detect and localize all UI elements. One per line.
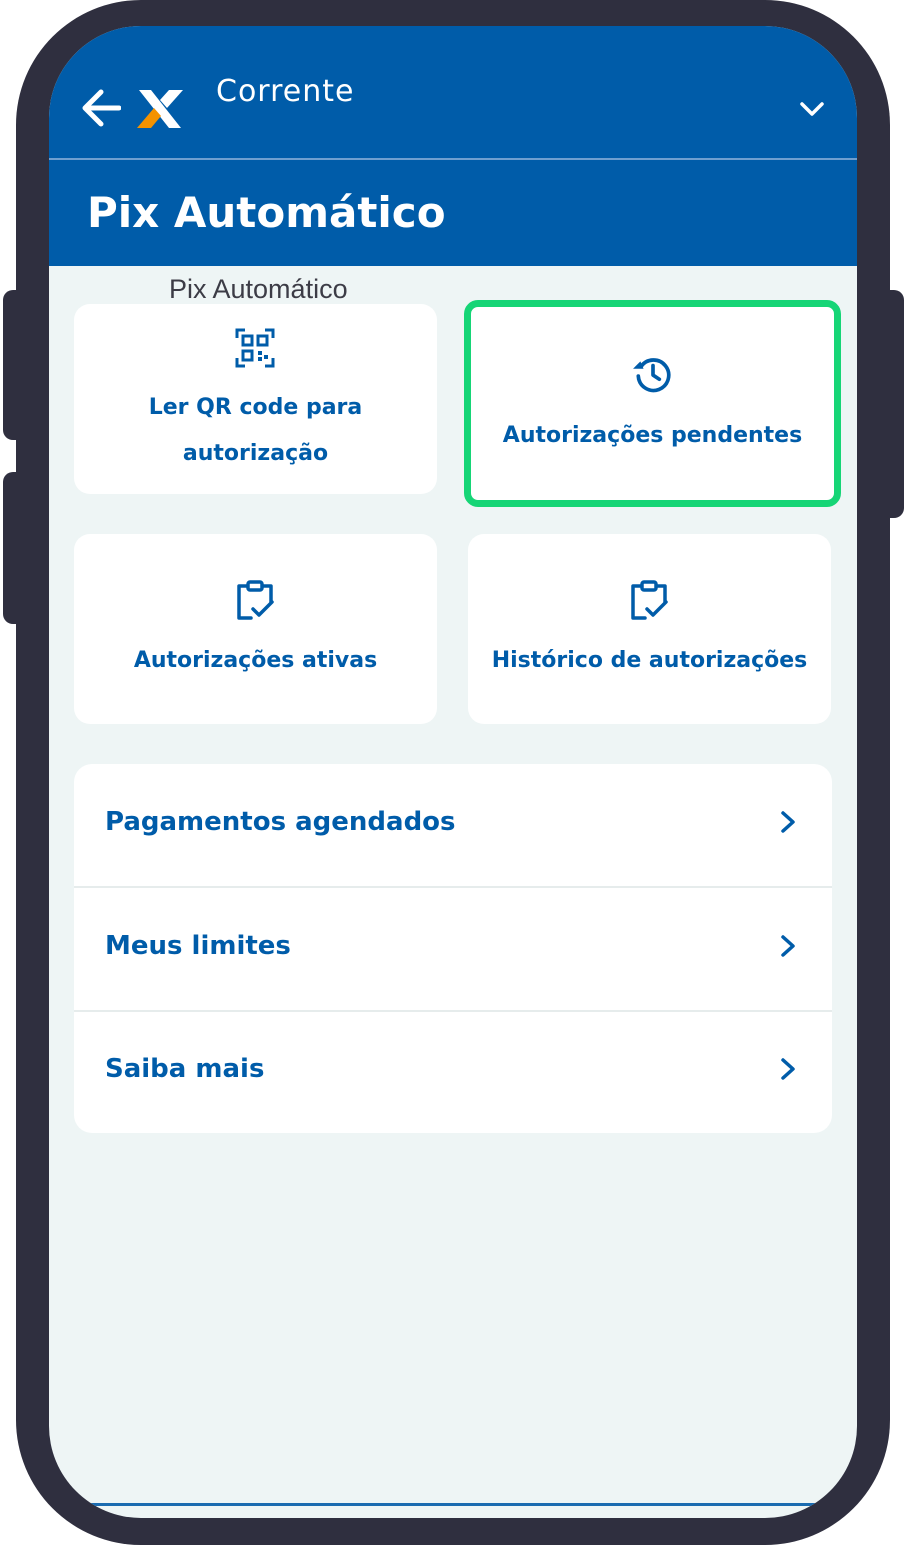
history-icon — [633, 358, 671, 393]
menu-item-label: Saiba mais — [105, 1054, 265, 1084]
read-qr-code-label-line2: autorização — [182, 441, 329, 466]
top-bar: Corrente — [49, 26, 857, 158]
chevron-right-icon — [781, 935, 795, 957]
chevron-right-icon — [781, 811, 795, 833]
read-qr-code-card[interactable]: Ler QR code para autorização — [74, 304, 437, 494]
authorization-history-card[interactable]: Histórico de autorizações — [468, 534, 831, 724]
back-arrow-icon[interactable] — [79, 86, 121, 130]
bottom-divider — [89, 1503, 817, 1506]
active-authorizations-card[interactable]: Autorizações ativas — [74, 534, 437, 724]
pending-authorizations-label: Autorizações pendentes — [502, 423, 803, 448]
menu-list: Pagamentos agendados Meus limites Saiba … — [74, 764, 832, 1133]
menu-item-scheduled-payments[interactable]: Pagamentos agendados — [74, 764, 832, 887]
page-title: Pix Automático — [87, 188, 446, 237]
chevron-right-icon — [781, 1058, 795, 1080]
active-authorizations-label: Autorizações ativas — [133, 648, 378, 673]
title-bar: Pix Automático — [49, 160, 857, 266]
clipboard-check-icon — [631, 580, 668, 620]
menu-item-label: Pagamentos agendados — [105, 807, 456, 837]
menu-item-my-limits[interactable]: Meus limites — [74, 888, 832, 1011]
chevron-down-icon[interactable] — [799, 100, 825, 118]
account-type-label: Corrente — [216, 74, 355, 109]
pending-authorizations-card[interactable]: Autorizações pendentes — [464, 300, 841, 507]
menu-item-learn-more[interactable]: Saiba mais — [74, 1011, 832, 1133]
caixa-logo-icon — [137, 90, 183, 128]
section-label: Pix Automático — [169, 274, 348, 304]
read-qr-code-label-line1: Ler QR code para — [148, 395, 363, 420]
authorization-history-label: Histórico de autorizações — [491, 648, 808, 673]
qr-code-icon — [235, 328, 275, 368]
phone-screen: Corrente Pix Automático Pix Automático L… — [49, 26, 857, 1518]
menu-item-label: Meus limites — [105, 931, 291, 961]
clipboard-check-icon — [237, 580, 274, 620]
